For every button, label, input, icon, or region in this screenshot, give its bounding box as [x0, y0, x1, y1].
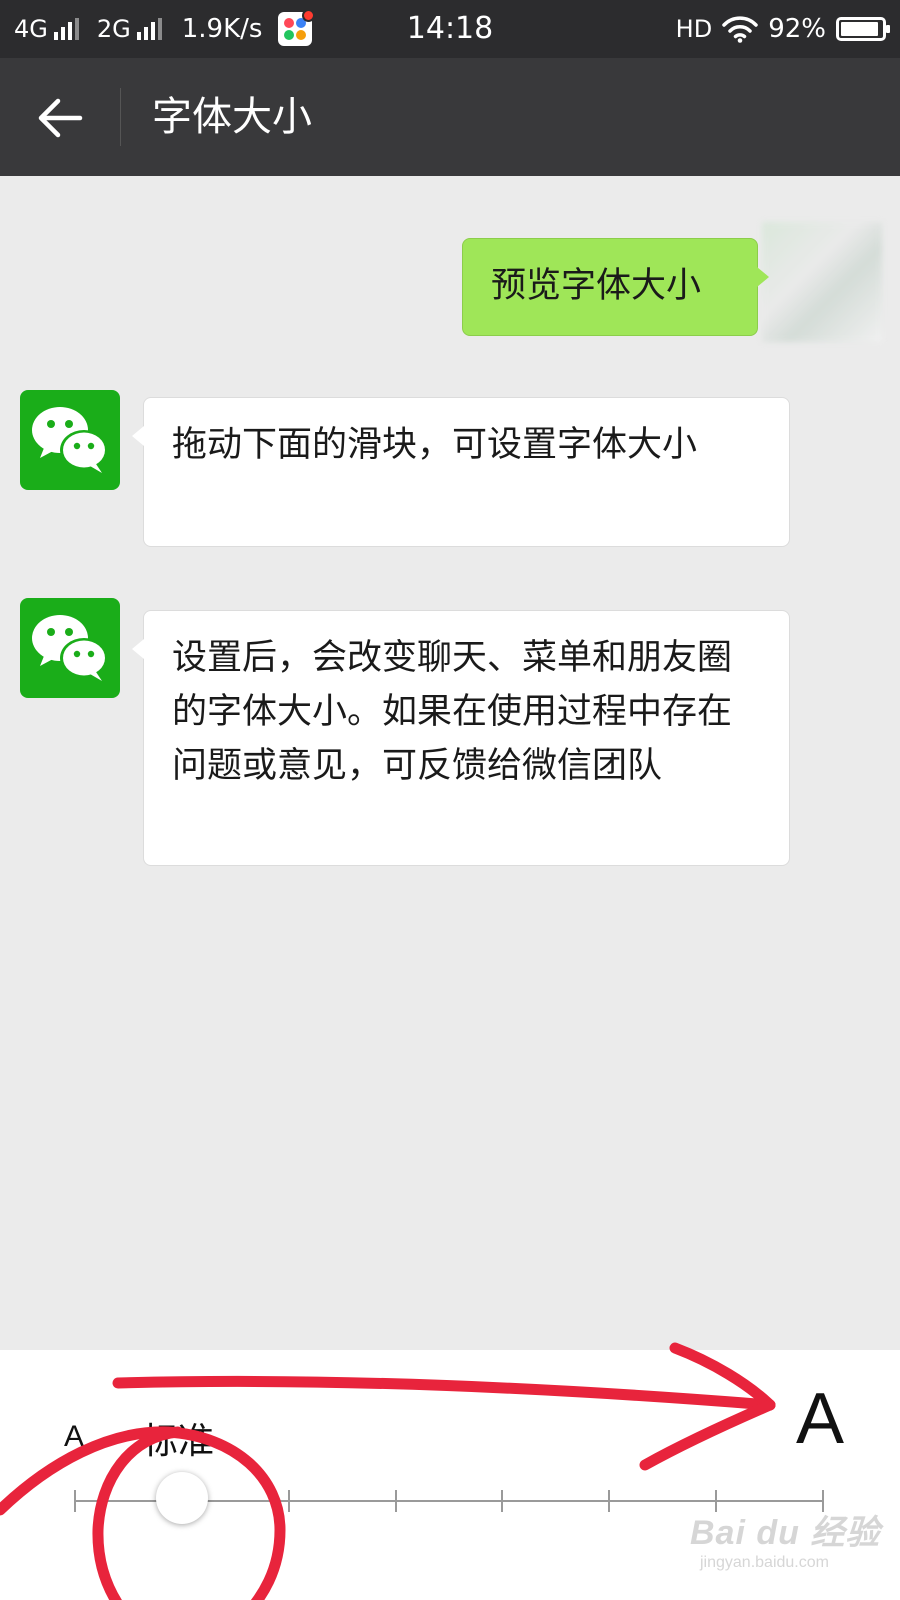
wechat-avatar — [20, 598, 120, 698]
wifi-icon — [722, 15, 758, 43]
message-bubble-tip-1: 拖动下面的滑块，可设置字体大小 — [132, 397, 790, 547]
header-divider — [120, 88, 121, 146]
slider-tick[interactable] — [394, 1490, 397, 1512]
user-avatar-blurred — [762, 222, 882, 342]
status-bar: 4G 2G 1.9K/s 14:18 HD 92% — [0, 0, 900, 58]
watermark-url: jingyan.baidu.com — [700, 1554, 829, 1571]
back-arrow-icon — [38, 98, 83, 138]
slider-tick[interactable] — [608, 1490, 611, 1512]
wechat-logo-icon — [32, 615, 108, 681]
back-button[interactable] — [30, 88, 90, 148]
font-size-small-label: A — [64, 1420, 85, 1453]
hd-label: HD — [675, 15, 713, 43]
message-bubble-self: 预览字体大小 — [462, 238, 769, 336]
baidu-jingyan-watermark: Bai du 经验 jingyan.baidu.com — [690, 1505, 890, 1585]
status-right: HD 92% — [675, 0, 890, 58]
watermark-brand: Bai du 经验 — [690, 1514, 881, 1552]
battery-icon — [836, 17, 890, 41]
title-bar: 字体大小 — [0, 58, 900, 176]
font-size-slider-thumb[interactable] — [155, 1472, 208, 1524]
message-bubble-tip-2: 设置后，会改变聊天、菜单和朋友圈的字体大小。如果在使用过程中存在问题或意见，可反… — [132, 610, 790, 866]
slider-tick[interactable] — [74, 1490, 76, 1512]
wechat-logo-icon — [32, 407, 108, 473]
chat-preview: 预览字体大小 拖动下面的滑块，可设置字体大小 设置后，会改变聊天、菜单和朋友圈的… — [0, 176, 900, 1350]
font-size-large-label: A — [796, 1379, 845, 1459]
font-size-current-label: 标准 — [142, 1421, 215, 1462]
page-title: 字体大小 — [152, 94, 312, 140]
slider-tick[interactable] — [501, 1490, 504, 1512]
battery-percent: 92% — [768, 14, 826, 44]
slider-tick[interactable] — [287, 1490, 290, 1512]
wechat-avatar — [20, 390, 120, 490]
